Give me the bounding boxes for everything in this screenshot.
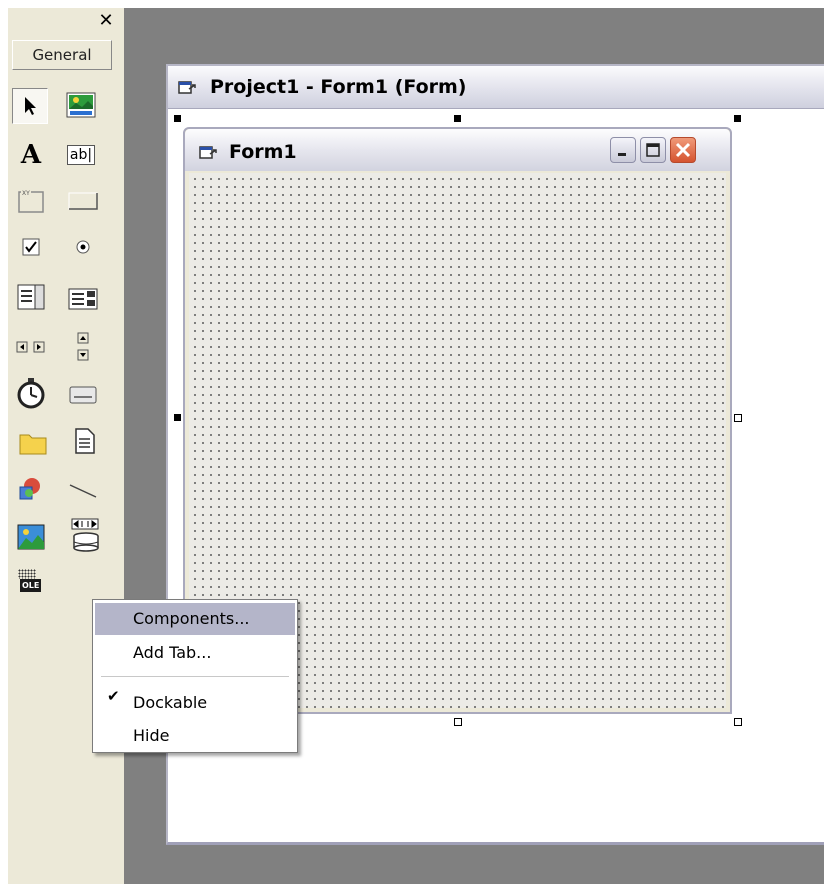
tool-textbox[interactable]: ab|	[64, 138, 98, 172]
hscrollbar-icon	[16, 341, 45, 353]
textbox-icon: ab|	[66, 145, 96, 165]
dirlistbox-icon	[19, 434, 47, 455]
maximize-icon	[646, 143, 660, 157]
vscrollbar-icon	[77, 332, 89, 361]
tool-listbox[interactable]	[66, 282, 100, 316]
tool-shape[interactable]	[14, 472, 48, 506]
tool-optionbutton[interactable]	[66, 230, 100, 264]
tool-drivelistbox[interactable]	[66, 378, 100, 412]
menu-item-components[interactable]: Components...	[95, 603, 295, 635]
tool-pointer[interactable]	[12, 88, 48, 124]
pointer-icon	[25, 97, 36, 115]
menu-item-add-tab[interactable]: Add Tab...	[95, 637, 295, 669]
image-icon	[17, 524, 45, 550]
tool-timer[interactable]	[14, 376, 48, 410]
resize-handle-middle-left[interactable]	[174, 414, 181, 421]
resize-handle-top-center[interactable]	[454, 115, 461, 122]
close-icon	[675, 142, 691, 158]
tool-hscrollbar[interactable]	[14, 330, 48, 364]
timer-icon	[17, 378, 45, 409]
form1-titlebar[interactable]: Form1	[185, 129, 730, 171]
minimize-icon	[618, 153, 626, 156]
tool-picturebox[interactable]	[64, 88, 98, 122]
menu-item-hide-label: Hide	[133, 726, 170, 745]
picturebox-icon	[66, 92, 96, 118]
listbox-icon	[68, 288, 98, 310]
ole-icon: OLE	[18, 569, 44, 597]
resize-handle-top-right[interactable]	[734, 115, 741, 122]
toolbox-context-menu: Components... Add Tab... ✔ Dockable Hide	[92, 599, 298, 753]
tool-commandbutton[interactable]	[66, 184, 100, 218]
commandbutton-icon	[68, 192, 98, 210]
resize-handle-top-left[interactable]	[174, 115, 181, 122]
tool-vscrollbar[interactable]	[66, 330, 100, 364]
project-window-titlebar[interactable]: Project1 - Form1 (Form)	[168, 66, 824, 109]
tool-frame[interactable]: XY	[14, 184, 48, 218]
tool-checkbox[interactable]	[14, 230, 48, 264]
resize-handle-bottom-center[interactable]	[454, 718, 462, 726]
form1-window-icon	[199, 146, 217, 159]
toolbox-tab-general[interactable]: General	[12, 40, 112, 70]
tool-dirlistbox[interactable]	[16, 426, 50, 460]
form1-title: Form1	[229, 141, 297, 163]
shape-icon	[19, 478, 40, 500]
checkmark-icon: ✔	[107, 687, 120, 705]
tool-ole[interactable]: OLE	[14, 566, 48, 600]
checkbox-icon	[22, 238, 40, 256]
tool-combobox[interactable]	[14, 280, 48, 314]
filelistbox-icon	[75, 428, 95, 454]
tool-filelistbox[interactable]	[68, 424, 102, 458]
close-button[interactable]	[670, 137, 696, 163]
toolbox-close-button[interactable]: ✕	[95, 11, 117, 31]
tool-image[interactable]	[14, 520, 48, 554]
menu-item-add-tab-label: Add Tab...	[133, 643, 212, 662]
menu-item-hide[interactable]: Hide	[95, 720, 295, 752]
svg-text:XY: XY	[22, 190, 30, 197]
drivelistbox-icon	[69, 386, 97, 404]
tool-data[interactable]	[68, 518, 102, 552]
ole-icon-text: OLE	[20, 579, 42, 592]
menu-item-components-label: Components...	[133, 609, 250, 628]
menu-item-dockable-label: Dockable	[133, 693, 208, 712]
resize-handle-middle-right[interactable]	[734, 414, 742, 422]
optionbutton-icon	[76, 240, 90, 254]
menu-separator	[101, 676, 289, 677]
project-window-title: Project1 - Form1 (Form)	[210, 76, 467, 98]
tool-line[interactable]	[66, 474, 100, 508]
tool-label[interactable]: A	[14, 138, 48, 172]
form-window-icon	[178, 81, 196, 94]
minimize-button[interactable]	[610, 137, 636, 163]
frame-icon: XY	[18, 189, 44, 213]
resize-handle-bottom-right[interactable]	[734, 718, 742, 726]
menu-item-dockable[interactable]: ✔ Dockable	[95, 687, 295, 719]
maximize-button[interactable]	[640, 137, 666, 163]
label-icon: A	[20, 140, 42, 170]
data-icon	[71, 518, 99, 552]
combobox-icon	[17, 284, 45, 310]
line-icon	[69, 484, 97, 498]
